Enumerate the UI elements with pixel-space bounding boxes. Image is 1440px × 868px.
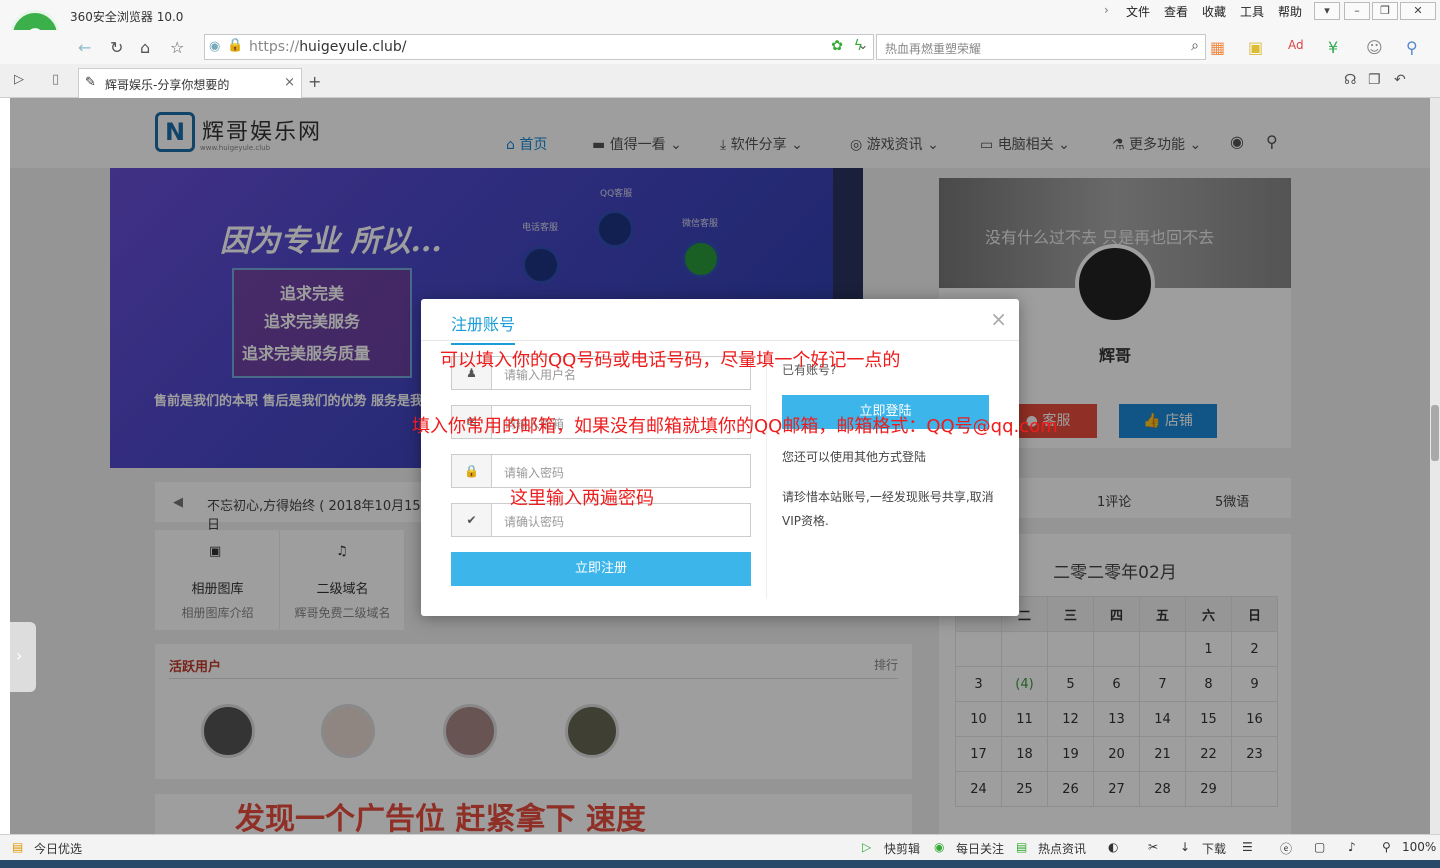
chevron-right-icon: › (16, 646, 23, 665)
annotation-username: 可以填入你的QQ号码或电话号码，尽量填一个好记一点的 (440, 350, 901, 371)
zoom-level[interactable]: 100% (1402, 840, 1436, 854)
close-window-button[interactable]: ✕ (1400, 2, 1436, 20)
volume-icon[interactable]: ♪ (1348, 840, 1356, 854)
game-icon[interactable]: ☺ (1366, 38, 1383, 57)
menu-expand-icon[interactable]: › (1104, 3, 1109, 17)
zoom-icon: ⚲ (1382, 840, 1391, 854)
headphone-icon[interactable]: ☊ (1344, 72, 1356, 88)
security-icon: ◉ (209, 39, 221, 54)
tab-close-icon[interactable]: × (284, 75, 295, 90)
gift-icon: ▤ (12, 840, 24, 854)
menu-file[interactable]: 文件 (1126, 3, 1150, 20)
browser-icon[interactable]: ◐ (1108, 840, 1118, 854)
url-scheme: https:// (249, 39, 300, 55)
search-placeholder: 热血再燃重塑荣耀 (885, 42, 982, 56)
scrollbar[interactable] (1430, 98, 1440, 834)
account-warning: 请珍惜本站账号,一经发现账号共享,取消VIP资格. (782, 490, 994, 528)
status-clip[interactable]: 快剪辑 (884, 840, 920, 857)
menu-help[interactable]: 帮助 (1278, 3, 1302, 20)
sidebar-toggle-icon[interactable]: ▷ (14, 72, 24, 87)
status-download[interactable]: 下载 (1202, 840, 1226, 857)
search-icon[interactable]: ⌕ (1191, 38, 1199, 54)
address-dropdown-icon[interactable]: ⌄ (852, 38, 874, 60)
money-icon[interactable]: ¥ (1328, 38, 1338, 57)
apps-icon[interactable]: ▦ (1210, 38, 1225, 57)
ie-icon[interactable]: ⓔ (1280, 840, 1292, 857)
register-button[interactable]: 立即注册 (451, 552, 751, 586)
annotation-password: 这里输入两遍密码 (510, 488, 654, 509)
clip-icon: ▷ (862, 840, 872, 854)
vertical-divider (766, 349, 767, 599)
os-taskbar (0, 860, 1440, 868)
window-icon[interactable]: ▢ (1314, 840, 1325, 854)
refresh-icon[interactable]: ↻ (110, 38, 123, 57)
adblock-icon[interactable]: Ad (1288, 38, 1304, 52)
favicon-icon: ✎ (85, 75, 96, 90)
tab-list-icon[interactable]: ▯ (52, 72, 59, 87)
search-box[interactable]: 热血再燃重塑荣耀 ⌕ (876, 34, 1206, 60)
password-input[interactable]: 🔒 请输入密码 (451, 454, 751, 488)
scrollbar-thumb[interactable] (1431, 405, 1439, 461)
back-icon[interactable]: ← (78, 38, 91, 57)
app-title: 360安全浏览器 10.0 (70, 10, 184, 24)
modal-close-icon[interactable]: × (990, 307, 1007, 331)
download-icon: ↓ (1180, 840, 1191, 854)
screenshot-icon[interactable]: ▣ (1248, 38, 1263, 57)
status-bar: ▤ 今日优选 ▷ 快剪辑 ◉ 每日关注 ▤ 热点资讯 ◐ ✂ ↓ 下载 ☰ ⓔ … (0, 834, 1440, 860)
speed-icon[interactable]: ✿ (831, 38, 843, 54)
star-icon[interactable]: ☆ (170, 38, 184, 57)
confirm-placeholder: 请确认密码 (504, 515, 565, 529)
undo-icon[interactable]: ↶ (1394, 72, 1406, 88)
modal-divider (421, 340, 1019, 341)
side-drawer-handle[interactable]: › (10, 622, 36, 692)
play-icon: ◉ (934, 840, 945, 854)
check-icon: ✔ (452, 504, 492, 536)
skin-icon[interactable]: ▾ (1314, 2, 1340, 20)
status-hot[interactable]: 热点资讯 (1038, 840, 1086, 857)
reader-icon[interactable]: ☰ (1242, 840, 1253, 854)
home-icon[interactable]: ⌂ (140, 38, 150, 57)
lock-icon: 🔒 (452, 455, 492, 487)
address-bar[interactable]: ◉ 🔒 https://huigeyule.club/ ✿ ϟ (204, 34, 874, 60)
daily-picks[interactable]: 今日优选 (34, 840, 82, 857)
new-tab-button[interactable]: + (308, 72, 321, 91)
url-host: huigeyule.club/ (299, 39, 407, 55)
menu-view[interactable]: 查看 (1164, 3, 1188, 20)
menu-favorites[interactable]: 收藏 (1202, 3, 1226, 20)
restore-tabs-icon[interactable]: ❐ (1368, 72, 1381, 88)
annotation-email: 填入你常用的邮箱，如果没有邮箱就填你的QQ邮箱，邮箱格式：QQ号@qq.com (412, 416, 1058, 437)
status-daily[interactable]: 每日关注 (956, 840, 1004, 857)
menu-tools[interactable]: 工具 (1240, 3, 1264, 20)
minimize-button[interactable]: – (1344, 2, 1370, 20)
lock-icon: 🔒 (227, 38, 244, 53)
news-icon: ▤ (1016, 840, 1028, 854)
tab-title: 辉哥娱乐-分享你想要的 (105, 78, 230, 92)
zoom-search-icon[interactable]: ⚲ (1406, 38, 1418, 57)
pin-icon[interactable]: ✂ (1148, 840, 1158, 854)
maximize-button[interactable]: ❐ (1372, 2, 1398, 20)
tab-active[interactable]: ✎ 辉哥娱乐-分享你想要的 × (78, 68, 302, 98)
other-login-label: 您还可以使用其他方式登陆 (782, 450, 927, 464)
password-placeholder: 请输入密码 (504, 466, 565, 480)
